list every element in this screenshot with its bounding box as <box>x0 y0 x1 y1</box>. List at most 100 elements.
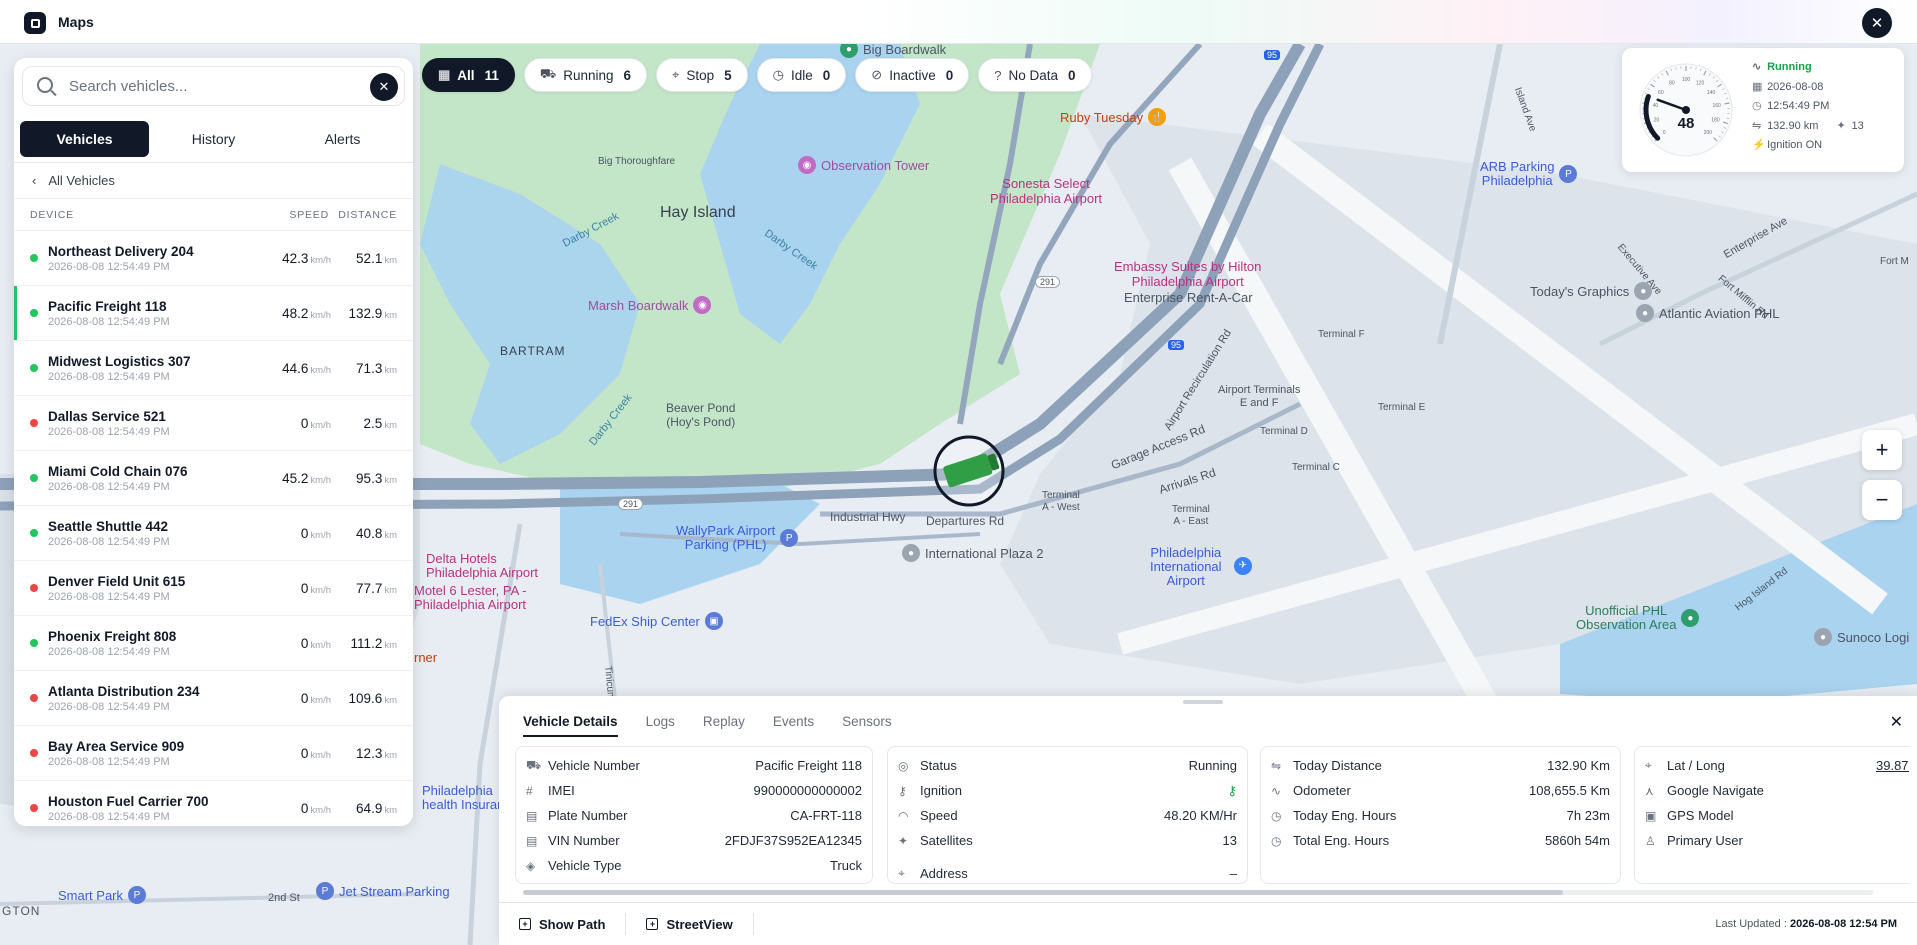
lat-long-link[interactable]: 39.8766 <box>1876 758 1909 773</box>
detail-key: Odometer <box>1293 783 1351 798</box>
vehicle-row[interactable]: Houston Fuel Carrier 700 2026-08-08 12:54… <box>14 781 413 826</box>
detail-key: VIN Number <box>548 833 620 848</box>
tab-vehicles[interactable]: Vehicles <box>20 121 149 157</box>
vehicle-name: Phoenix Freight 808 <box>48 628 177 644</box>
poi-marsh-boardwalk[interactable]: Marsh Boardwalk ◉ <box>588 296 712 314</box>
tab-sensors[interactable]: Sensors <box>842 714 892 737</box>
tab-replay[interactable]: Replay <box>703 714 745 737</box>
vehicle-speed: 0 km/h <box>300 690 331 706</box>
detail-row-primary-user: ♙ Primary User <box>1645 828 1909 853</box>
search-input[interactable] <box>69 77 359 95</box>
poi-wallypark[interactable]: WallyPark Airport Parking (PHL) P <box>676 524 799 552</box>
poi-enterprise-rent: Enterprise Rent-A-Car <box>1124 290 1253 305</box>
filter-count: 0 <box>1068 67 1076 83</box>
filter-label: No Data <box>1008 67 1058 83</box>
filter-chip-no-data[interactable]: ? No Data 0 <box>978 58 1092 92</box>
park-icon: ● <box>840 44 858 58</box>
vehicle-name-cell: Denver Field Unit 615 2026-08-08 12:54:49… <box>48 574 261 603</box>
poi-ruby-tuesday[interactable]: Ruby Tuesday 🍴 <box>1060 108 1167 126</box>
detail-key: Plate Number <box>548 808 628 823</box>
clear-search-button[interactable]: ✕ <box>370 73 398 101</box>
vehicle-row[interactable]: Phoenix Freight 808 2026-08-08 12:54:49 P… <box>14 616 413 671</box>
poi-beaver-pond: Beaver Pond (Hoy's Pond) <box>666 401 736 429</box>
zoom-out-button[interactable]: − <box>1862 480 1902 520</box>
poi-todays-graphics[interactable]: Today's Graphics ● <box>1530 282 1653 300</box>
gauge-tick-label: 100 <box>1682 77 1691 83</box>
details-scrollbar[interactable] <box>523 890 1873 895</box>
close-details-button[interactable]: ✕ <box>1890 712 1903 732</box>
vehicle-row[interactable]: Seattle Shuttle 442 2026-08-08 12:54:49 P… <box>14 506 413 561</box>
vehicle-row[interactable]: Pacific Freight 118 2026-08-08 12:54:49 P… <box>14 286 413 341</box>
vehicle-row[interactable]: Northeast Delivery 204 2026-08-08 12:54:4… <box>14 231 413 286</box>
parking-icon: P <box>780 529 799 547</box>
vehicle-row[interactable]: Miami Cold Chain 076 2026-08-08 12:54:49 … <box>14 451 413 506</box>
grid-icon: ▦ <box>438 67 451 82</box>
tab-vehicle-details[interactable]: Vehicle Details <box>523 714 618 737</box>
detail-key: Ignition <box>920 783 962 798</box>
zoom-in-button[interactable]: + <box>1862 430 1902 470</box>
close-window-button[interactable]: ✕ <box>1862 8 1892 38</box>
airport-icon: ✈ <box>1234 556 1252 575</box>
tab-history[interactable]: History <box>149 121 278 157</box>
label-fort-m: Fort M <box>1880 256 1909 267</box>
filter-count: 0 <box>945 67 954 83</box>
poi-delta-hotels: Delta Hotels Philadelphia Airport <box>426 551 539 580</box>
poi-observation-tower[interactable]: ◉ Observation Tower <box>798 156 929 174</box>
gauge-info: ∿ Running ▦ 2026-08-08 ◷ 12:54:49 PM ⇋ 1… <box>1752 58 1864 156</box>
poi-arb-parking[interactable]: ARB Parking Philadelphia P <box>1480 160 1578 188</box>
breadcrumb-label: All Vehicles <box>48 173 115 188</box>
poi-smart-park[interactable]: Smart Park P <box>58 886 147 904</box>
slash-icon: ⊘ <box>871 67 883 82</box>
filter-count: 5 <box>724 67 732 83</box>
detail-row-status: ◎ Status Running <box>898 753 1237 778</box>
drawer-drag-handle[interactable] <box>1183 700 1223 704</box>
poi-sunoco[interactable]: ● Sunoco Logi <box>1814 628 1909 646</box>
search-icon <box>37 77 53 93</box>
detail-key: Google Navigate <box>1667 783 1764 798</box>
detail-row-imei: # IMEI 990000000000002 <box>526 778 862 803</box>
detail-value: 13 <box>1222 833 1237 848</box>
filter-chip-idle[interactable]: ◷ Idle 0 <box>756 58 847 92</box>
label-terminal-e: Terminal E <box>1378 402 1426 413</box>
detail-row-speed: ◠ Speed 48.20 KM/Hr <box>898 803 1237 828</box>
filter-chip-running[interactable]: ⛟ Running 6 <box>523 58 648 92</box>
vehicle-name-cell: Phoenix Freight 808 2026-08-08 12:54:49 P… <box>48 629 261 658</box>
vehicle-row[interactable]: Atlanta Distribution 234 2026-08-08 12:54… <box>14 671 413 726</box>
details-tabs: Vehicle Details Logs Replay Events Senso… <box>523 714 892 737</box>
scrollbar-thumb[interactable] <box>523 890 1563 895</box>
pulse-icon: ∿ <box>1752 61 1762 73</box>
show-path-button[interactable]: + Show Path <box>499 913 627 935</box>
poi-jet-stream-parking[interactable]: P Jet Stream Parking <box>316 882 450 900</box>
vehicle-row[interactable]: Bay Area Service 909 2026-08-08 12:54:49 … <box>14 726 413 781</box>
streetview-button[interactable]: + StreetView <box>626 913 754 935</box>
status-dot-icon <box>30 694 38 702</box>
poi-unofficial-phl[interactable]: Unofficial PHL Observation Area ● <box>1576 604 1700 632</box>
filter-chip-stop[interactable]: ⌖ Stop 5 <box>656 58 748 92</box>
detail-key: Speed <box>920 808 958 823</box>
gauge-tick-label: 20 <box>1654 118 1660 124</box>
tab-logs[interactable]: Logs <box>646 714 675 737</box>
detail-key: IMEI <box>548 783 575 798</box>
poi-big-boardwalk[interactable]: ● Big Boardwalk <box>840 44 946 58</box>
vehicle-info-card: ⛟ Vehicle Number Pacific Freight 118 # IMEI 9… <box>515 746 873 884</box>
vehicle-name-cell: Bay Area Service 909 2026-08-08 12:54:49 … <box>48 739 261 768</box>
vehicle-row[interactable]: Midwest Logistics 307 2026-08-08 12:54:49… <box>14 341 413 396</box>
parking-icon: P <box>316 882 334 900</box>
filter-chip-inactive[interactable]: ⊘ Inactive 0 <box>855 58 970 92</box>
detail-row-plate-number: ▤ Plate Number CA-FRT-118 <box>526 803 862 828</box>
vehicle-speed: 0 km/h <box>300 800 331 816</box>
gauge-tick-label: 40 <box>1653 103 1659 109</box>
filter-chip-all[interactable]: ▦ All 11 <box>422 58 515 92</box>
vehicle-row[interactable]: Dallas Service 521 2026-08-08 12:54:49 PM… <box>14 396 413 451</box>
tab-events[interactable]: Events <box>773 714 814 737</box>
poi-international-plaza[interactable]: ● International Plaza 2 <box>902 544 1044 562</box>
vehicle-timestamp: 2026-08-08 12:54:49 PM <box>48 260 170 273</box>
tab-alerts[interactable]: Alerts <box>278 121 407 157</box>
detail-row-today-eng-hours: ◷ Today Eng. Hours 7h 23m <box>1271 803 1610 828</box>
poi-sonesta-select: Sonesta Select Philadelphia Airport <box>990 176 1103 206</box>
vehicle-name: Denver Field Unit 615 <box>48 573 186 589</box>
breadcrumb[interactable]: ‹ All Vehicles <box>14 163 413 199</box>
vehicle-row[interactable]: Denver Field Unit 615 2026-08-08 12:54:49… <box>14 561 413 616</box>
detail-value: 48.20 KM/Hr <box>1164 808 1237 823</box>
poi-fedex[interactable]: FedEx Ship Center ▣ <box>590 612 723 630</box>
